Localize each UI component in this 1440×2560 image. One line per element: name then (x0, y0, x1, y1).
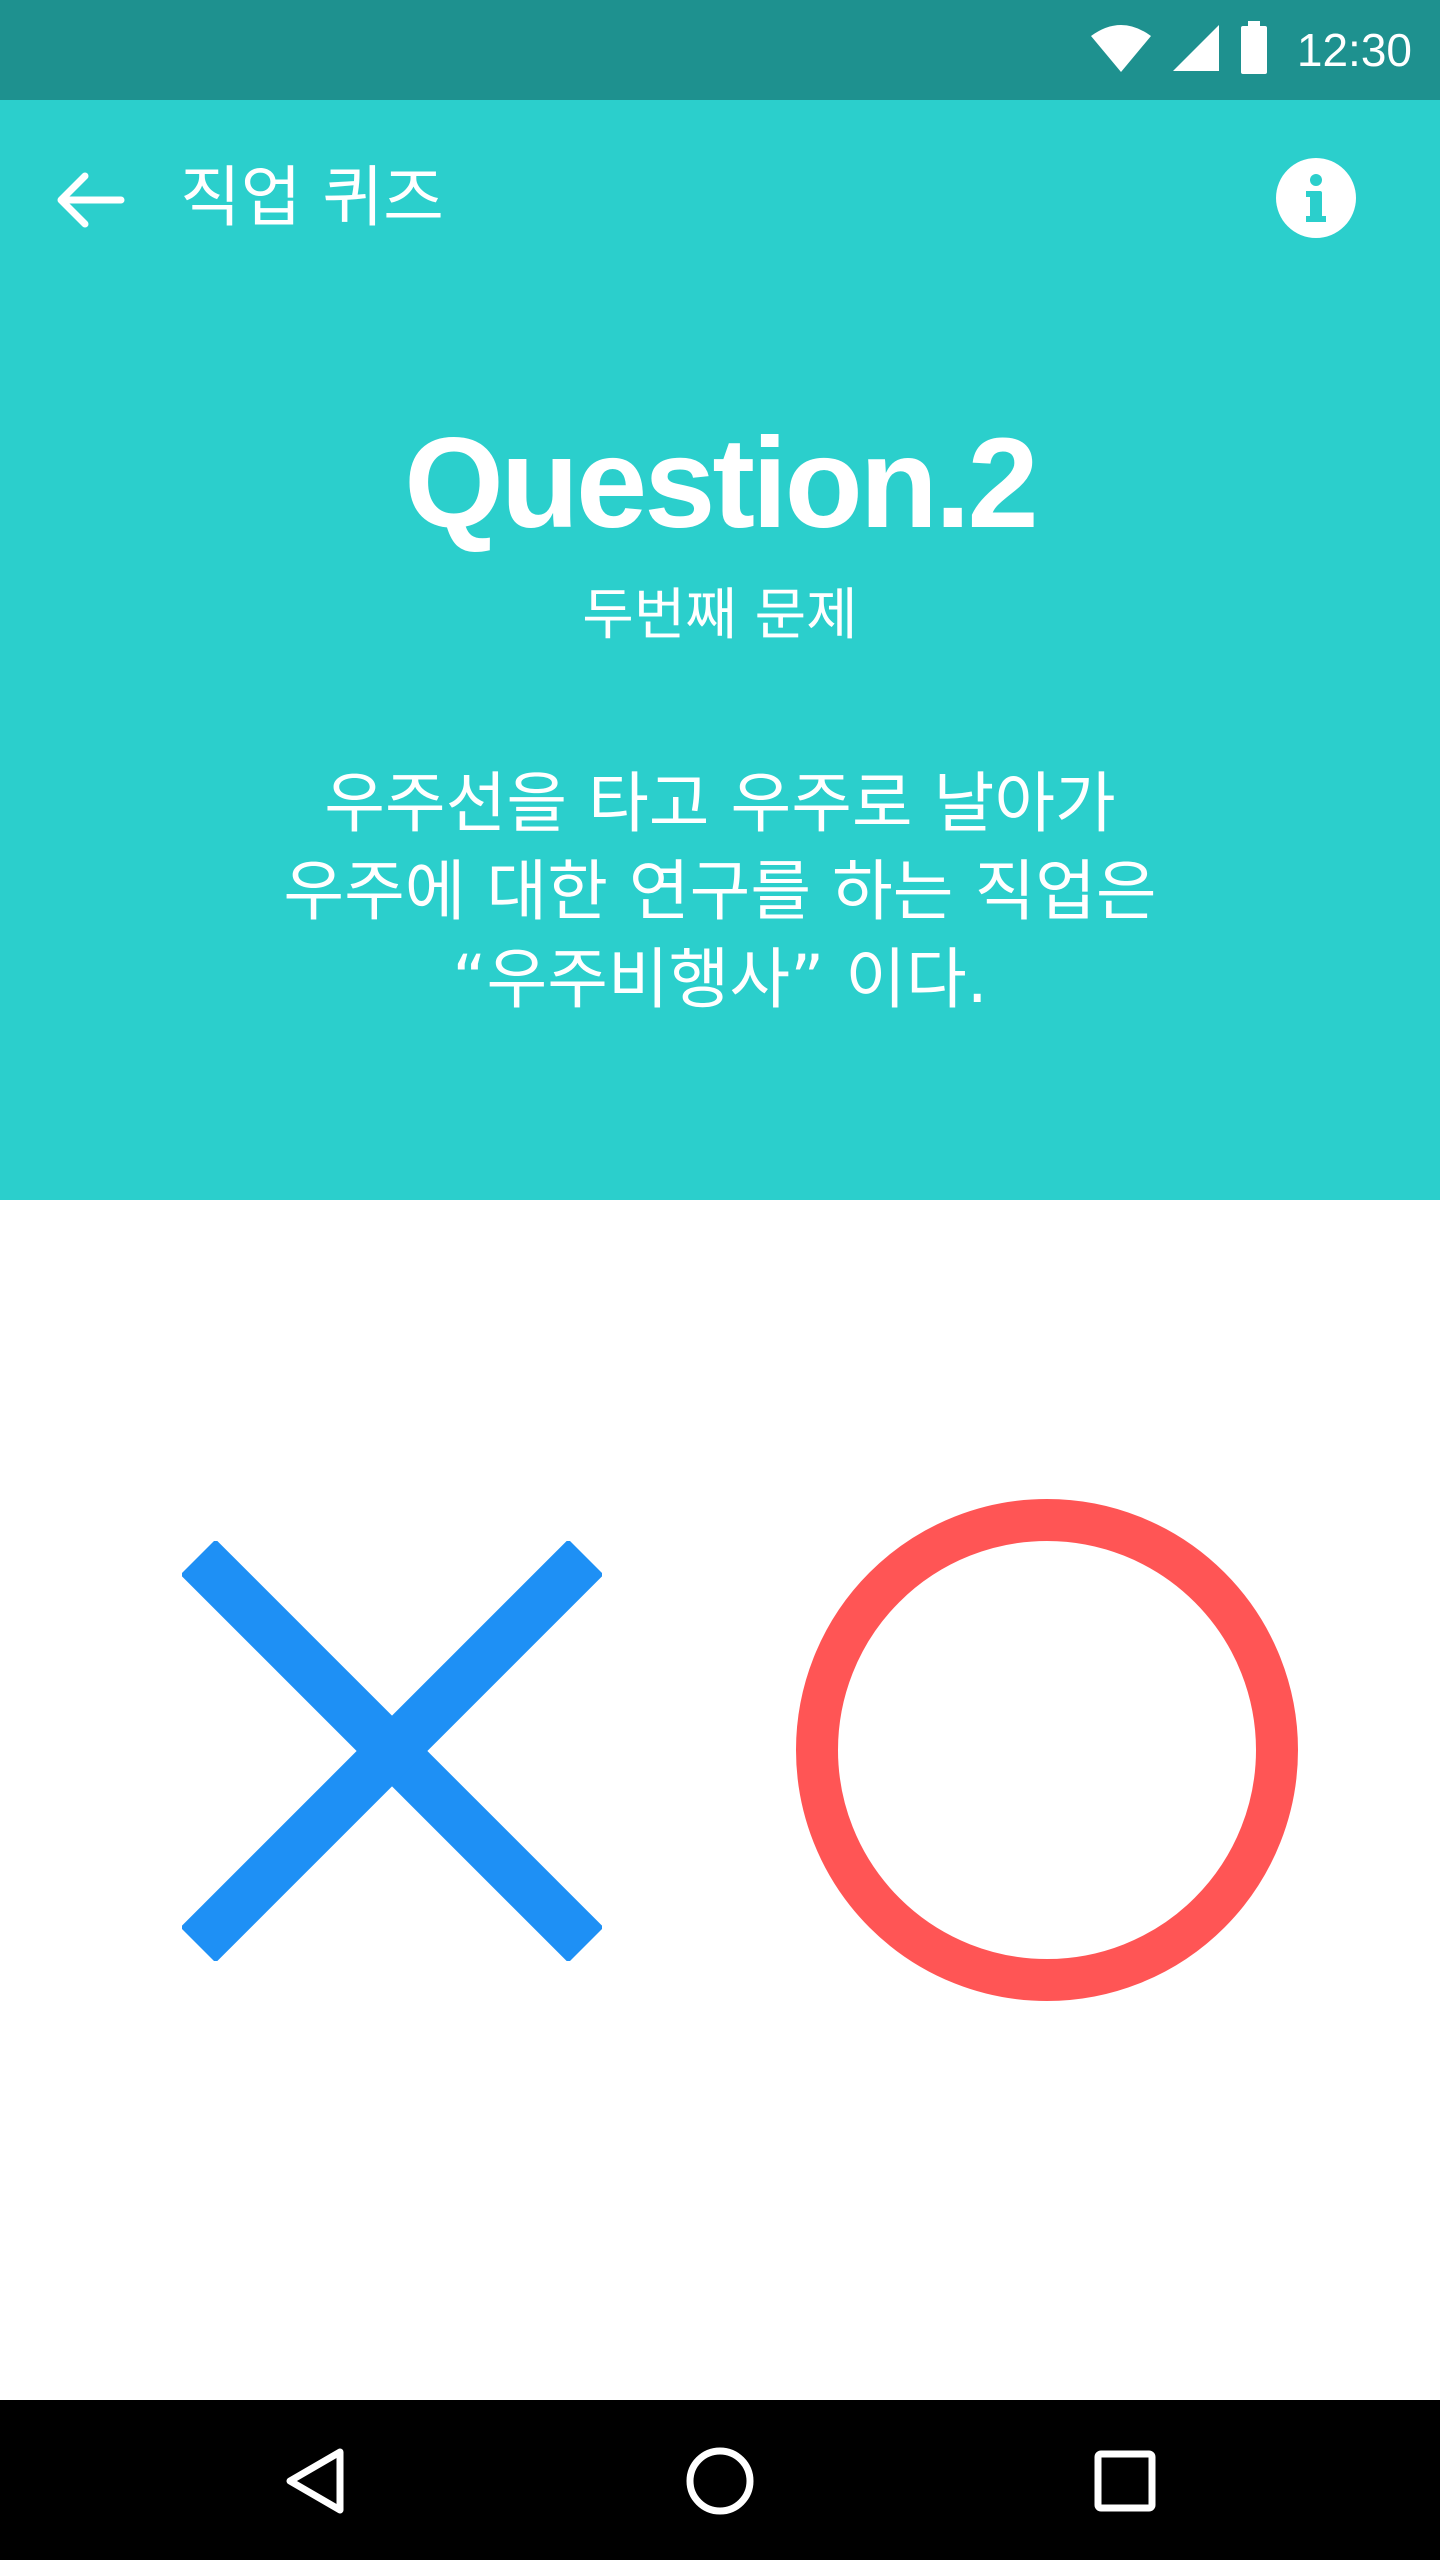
nav-back-icon (286, 2448, 344, 2514)
question-title: Question.2 (404, 412, 1038, 555)
cell-signal-icon (1171, 23, 1221, 77)
battery-icon (1239, 21, 1269, 79)
wifi-icon (1089, 22, 1153, 78)
nav-recents-icon (1094, 2450, 1156, 2512)
x-mark-icon (180, 1539, 604, 1963)
nav-back-button[interactable] (270, 2436, 360, 2526)
o-circle-icon (796, 1499, 1298, 2001)
question-text: 우주선을 타고 우주로 날아가 우주에 대한 연구를 하는 직업은 “우주비행사… (0, 760, 1440, 1024)
question-line: 우주선을 타고 우주로 날아가 (324, 765, 1116, 842)
app-title: 직업 퀴즈 (180, 159, 444, 236)
question-panel: 직업 퀴즈 Question.2 두번째 문제 우주선을 타고 우주로 날아가 … (0, 100, 1440, 1200)
status-bar: 12:30 (0, 0, 1440, 100)
info-button[interactable] (1276, 158, 1356, 238)
info-icon (1276, 158, 1356, 238)
nav-recents-button[interactable] (1080, 2436, 1170, 2526)
false-answer-button[interactable] (180, 1539, 604, 1963)
true-answer-button[interactable] (794, 1497, 1300, 2003)
status-icons: 12:30 (1089, 0, 1412, 100)
arrow-back-icon (57, 172, 125, 228)
status-time: 12:30 (1296, 24, 1412, 76)
question-line: 우주에 대한 연구를 하는 직업은 (283, 853, 1157, 930)
toolbar: 직업 퀴즈 (0, 100, 1440, 298)
question-subtitle: 두번째 문제 (582, 583, 858, 648)
nav-home-button[interactable] (675, 2436, 765, 2526)
answer-area (0, 1200, 1440, 2400)
navigation-bar (0, 2400, 1440, 2560)
nav-home-icon (686, 2447, 754, 2515)
question-line: “우주비행사” 이다. (452, 941, 988, 1018)
back-button[interactable] (52, 162, 128, 238)
